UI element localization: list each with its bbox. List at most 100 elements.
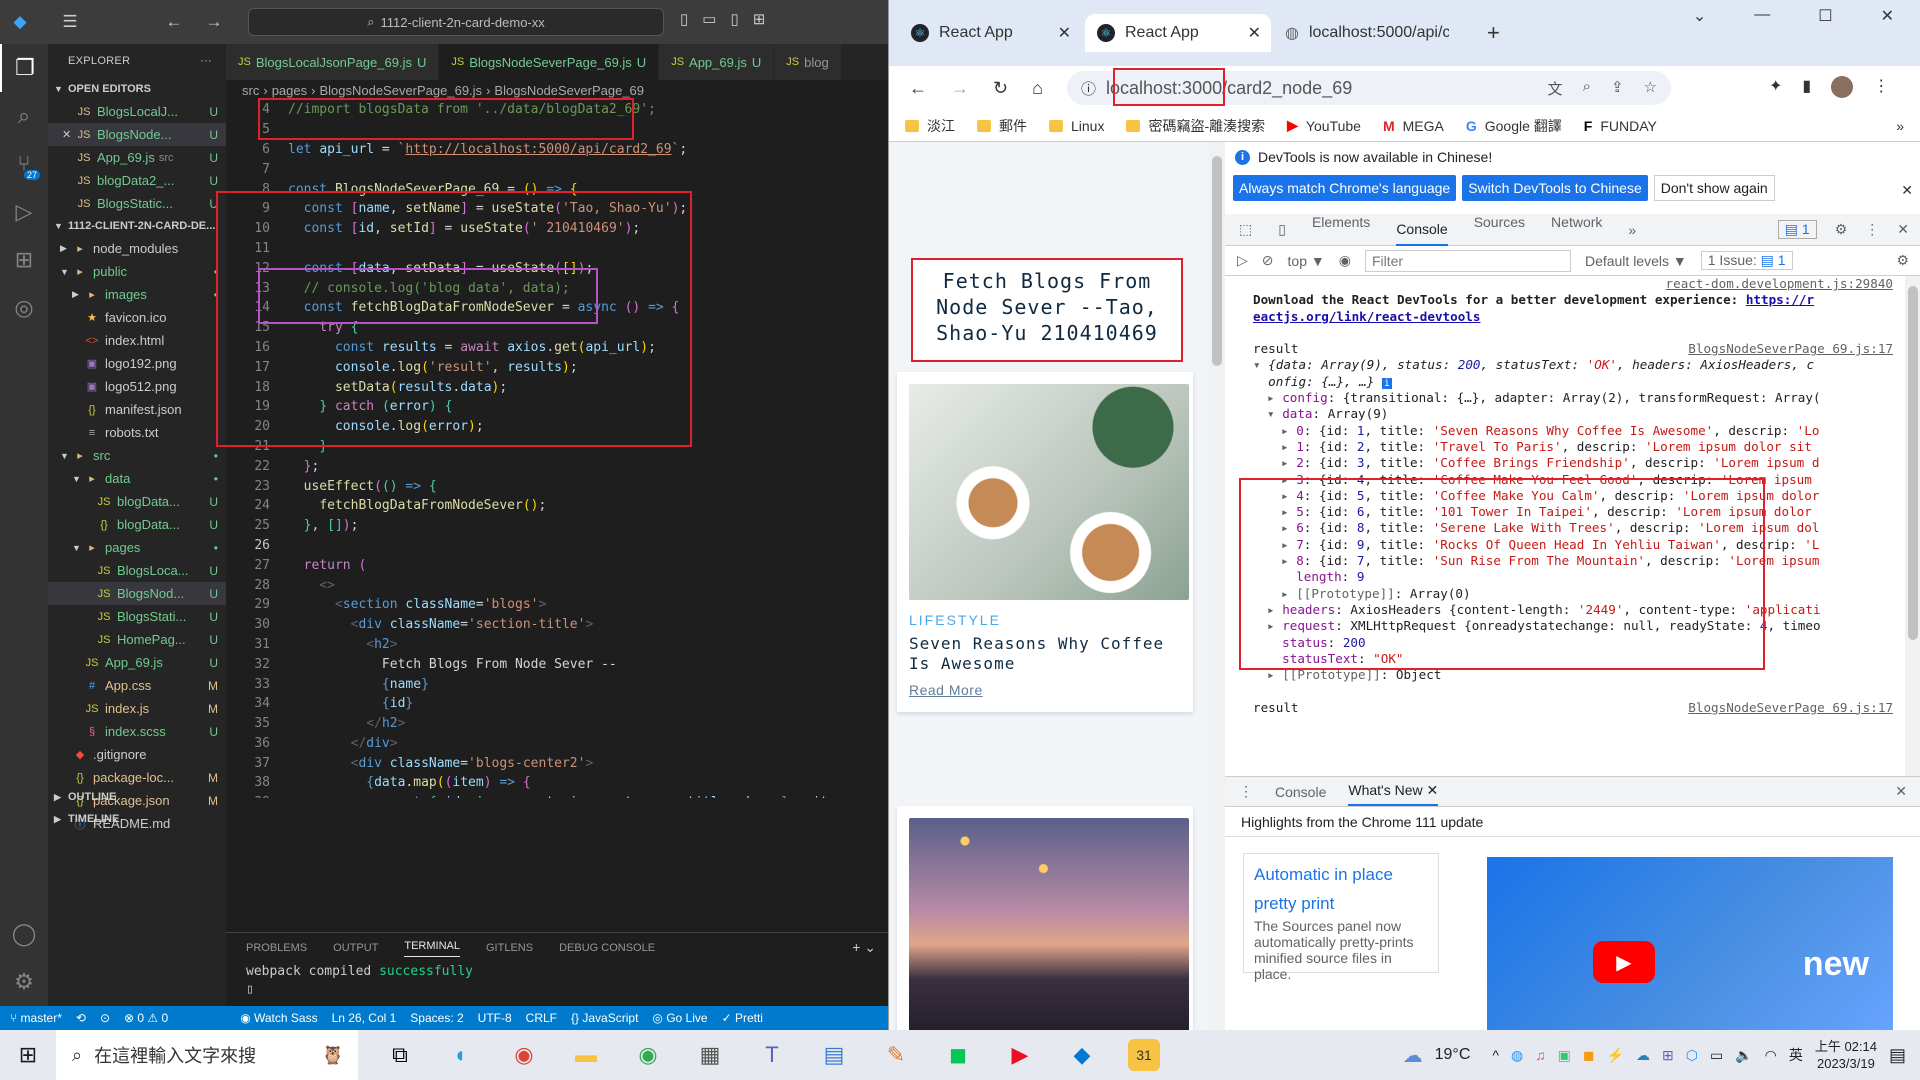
file-tree-item[interactable]: ▣ logo192.png (48, 352, 226, 375)
devtools-tab[interactable]: Sources (1474, 214, 1525, 246)
file-tree-item[interactable]: ★ favicon.ico (48, 306, 226, 329)
file-tree-item[interactable]: ▼ ▸ pages • (48, 536, 226, 559)
console-source-link[interactable]: BlogsNodeSeverPage 69.js:17 (1688, 700, 1893, 716)
toggle-secondary-sidebar-icon[interactable]: ▯ (730, 10, 738, 28)
panel-tab[interactable]: DEBUG CONSOLE (559, 942, 655, 954)
read-more-link[interactable]: Read More (897, 674, 1193, 712)
file-tree-item[interactable]: § index.scss U (48, 720, 226, 743)
breadcrumb-item[interactable]: BlogsNodeSeverPage_69 (494, 83, 644, 98)
media-player-icon[interactable]: ▶ (1004, 1039, 1036, 1071)
bookmark-item[interactable]: 密碼竊盜-離湊搜索 (1126, 116, 1265, 136)
toggle-panel-icon[interactable]: ▭ (702, 10, 716, 28)
open-editors-section[interactable]: ▼ OPEN EDITORS (48, 78, 226, 100)
file-tree-item[interactable]: JS App_69.js U (48, 651, 226, 674)
panel-tab[interactable]: OUTPUT (333, 942, 378, 954)
close-infobar-icon[interactable]: ✕ (1901, 182, 1913, 199)
temperature[interactable]: 19°C (1435, 1046, 1471, 1064)
accounts-icon[interactable]: ◯ (0, 910, 48, 958)
open-editor-item[interactable]: JS BlogsLocalJ... U (48, 100, 226, 123)
file-tree-item[interactable]: {} manifest.json (48, 398, 226, 421)
watch-sass-item[interactable]: ◉ Watch Sass (240, 1011, 317, 1025)
editor-tab[interactable]: JS App_69.js U (659, 44, 775, 80)
bookmark-item[interactable]: Linux (1049, 118, 1104, 134)
scroll-thumb[interactable] (1212, 156, 1222, 366)
more-actions-icon[interactable]: ··· (200, 55, 212, 67)
breadcrumb-item[interactable]: BlogsNodeSeverPage_69.js (319, 83, 482, 98)
sync-icon[interactable]: ⟲ (76, 1011, 86, 1025)
new-tab-icon[interactable]: + (1487, 20, 1500, 46)
editor-tab[interactable]: JS blog (774, 44, 842, 80)
source-control-icon[interactable]: ⑂ 27 (0, 140, 48, 188)
youtube-play-icon[interactable]: ▶ (1593, 941, 1655, 983)
tray-app-icon[interactable]: ⊞ (1662, 1047, 1674, 1064)
close-devtools-icon[interactable]: ✕ (1897, 221, 1909, 238)
git-branch-item[interactable]: ⑂ master* (10, 1011, 62, 1025)
ime-icon[interactable]: 英 (1789, 1045, 1803, 1065)
tray-app-icon[interactable]: ⬡ (1686, 1047, 1698, 1064)
scroll-thumb[interactable] (1908, 286, 1918, 640)
timeline-section[interactable]: ▶ TIMELINE (48, 808, 226, 830)
close-window-icon[interactable]: ✕ (1881, 6, 1894, 26)
tray-app-icon[interactable]: ♫ (1535, 1047, 1546, 1063)
chrome-icon[interactable]: ◉ (508, 1039, 540, 1071)
drawer-tab-whats-new[interactable]: What's New ✕ (1348, 777, 1439, 806)
explorer-icon[interactable]: ❐ (0, 44, 48, 92)
bookmarks-overflow-icon[interactable]: » (1896, 118, 1920, 134)
side-panel-icon[interactable]: ▮ (1802, 76, 1811, 98)
profile-avatar[interactable] (1831, 76, 1854, 98)
live-expression-eye-icon[interactable]: ◉ (1339, 252, 1351, 269)
forward-arrow-icon[interactable]: → (194, 12, 234, 32)
bookmark-item[interactable]: G Google 翻譯 (1466, 116, 1562, 136)
bookmark-item[interactable]: ▶ YouTube (1287, 117, 1361, 134)
file-explorer-icon[interactable]: ▬ (570, 1039, 602, 1071)
zoom-icon[interactable]: ⌕ (1583, 78, 1591, 99)
drawer-menu-icon[interactable]: ⋮ (1239, 783, 1253, 800)
console-scrollbar[interactable] (1905, 276, 1920, 776)
tab-search-icon[interactable]: ⌄ (1693, 6, 1706, 26)
reload-icon[interactable]: ↻ (993, 78, 1008, 99)
file-tree-item[interactable]: JS BlogsLoca... U (48, 559, 226, 582)
sidebar-toggle-icon[interactable]: ▷ (1237, 252, 1248, 269)
edge-icon[interactable]: ◐ (446, 1039, 478, 1071)
customize-layout-icon[interactable]: ⊞ (753, 10, 766, 28)
extensions-puzzle-icon[interactable]: ✦ (1769, 76, 1782, 98)
file-tree-item[interactable]: <> index.html (48, 329, 226, 352)
tray-chevron-icon[interactable]: ^ (1492, 1047, 1499, 1063)
more-tabs-icon[interactable]: » (1628, 222, 1636, 238)
panel-add-icon[interactable]: + ⌄ (852, 939, 876, 956)
chrome-tab[interactable]: ◍ localhost:5000/api/ca (1273, 14, 1471, 52)
notification-icon[interactable]: ▤ (1889, 1045, 1906, 1066)
problems-count[interactable]: ⊗ 0 ⚠ 0 (124, 1011, 168, 1025)
panel-tab[interactable]: TERMINAL (404, 940, 460, 957)
console-source-link[interactable]: react-dom.development.js:29840 (1666, 276, 1893, 292)
back-icon[interactable]: ← (909, 78, 927, 99)
tray-app-icon[interactable]: ◍ (1511, 1047, 1523, 1064)
paint-icon[interactable]: ✎ (880, 1039, 912, 1071)
command-center-search[interactable]: ⌕ 1112-client-2n-card-demo-xx (248, 8, 664, 36)
outline-section[interactable]: ▶ OUTLINE (48, 786, 226, 808)
maximize-icon[interactable]: ☐ (1818, 6, 1832, 26)
terminal-output[interactable]: webpack compiled successfully ▯ (226, 963, 888, 999)
file-tree-item[interactable]: ◆ .gitignore (48, 743, 226, 766)
breadcrumb-item[interactable]: pages (272, 83, 307, 98)
open-editor-item[interactable]: ✕ JS BlogsNode... U (48, 123, 226, 146)
close-icon[interactable]: ✕ (62, 128, 76, 141)
address-bar[interactable]: ⓘ localhost:3000/card2_node_69 文 ⌕ ⇪ ☆ (1067, 71, 1671, 105)
breadcrumb-item[interactable]: src (242, 83, 259, 98)
close-tab-icon[interactable]: ✕ (1248, 23, 1261, 43)
console-settings-icon[interactable]: ⚙ (1896, 252, 1920, 269)
file-tree-item[interactable]: JS index.js M (48, 697, 226, 720)
line-icon[interactable]: ◼ (942, 1039, 974, 1071)
bookmark-item[interactable]: F FUNDAY (1584, 118, 1657, 134)
panel-tab[interactable]: GITLENS (486, 942, 533, 954)
panel-tab[interactable]: PROBLEMS (246, 942, 307, 954)
bookmark-star-icon[interactable]: ☆ (1644, 78, 1657, 99)
indentation[interactable]: Spaces: 2 (410, 1011, 463, 1025)
menu-icon[interactable]: ☰ (50, 12, 90, 32)
file-tree-item[interactable]: ▣ logo512.png (48, 375, 226, 398)
tray-app-icon[interactable]: ▣ (1558, 1047, 1571, 1064)
device-toolbar-icon[interactable]: ▯ (1278, 221, 1286, 238)
weather-cloud-icon[interactable]: ☁ (1403, 1043, 1423, 1068)
log-levels-dropdown[interactable]: Default levels ▼ (1585, 253, 1687, 269)
open-editor-item[interactable]: JS App_69.js src U (48, 146, 226, 169)
